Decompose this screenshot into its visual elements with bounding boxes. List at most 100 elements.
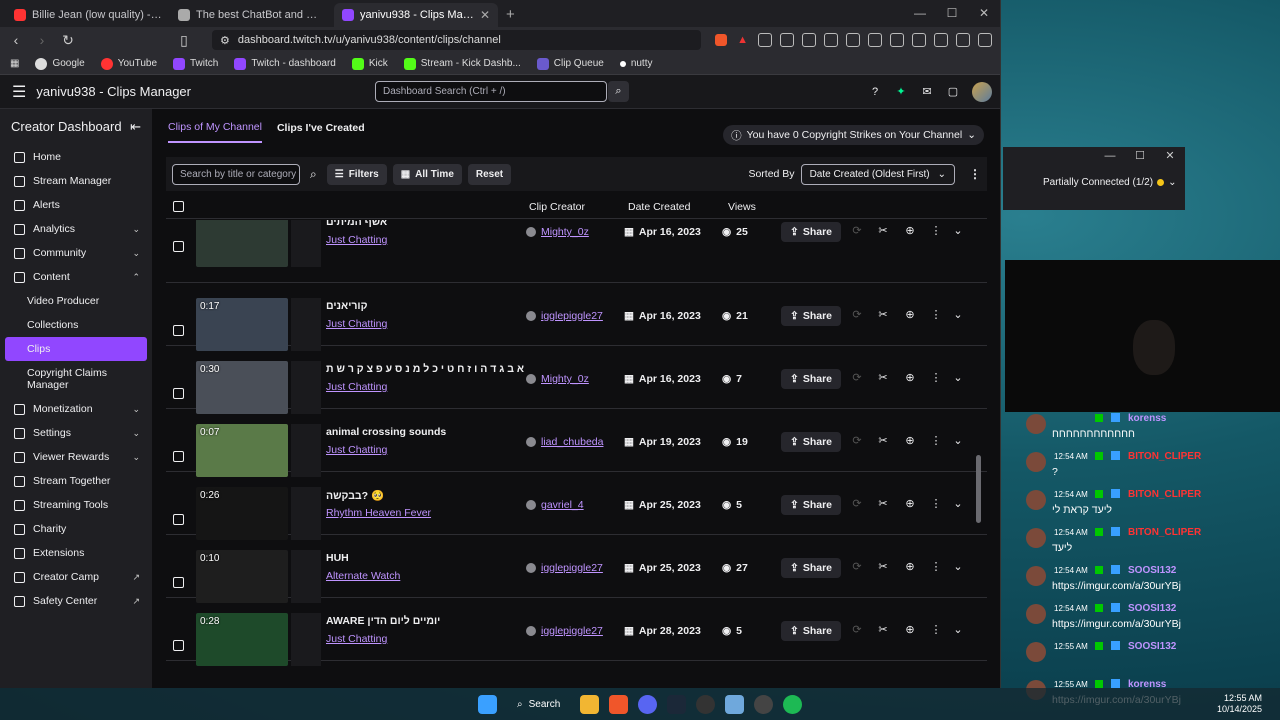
- sidebar-item-settings[interactable]: Settings ⌄: [0, 421, 152, 445]
- music-icon[interactable]: [868, 33, 882, 47]
- tab-clips-of-my-channel[interactable]: Clips of My Channel: [168, 111, 262, 143]
- add-circle-icon[interactable]: ⊕: [903, 308, 917, 321]
- clip-search-input[interactable]: Search by title or category: [172, 163, 300, 185]
- sidebar-item-monetization[interactable]: Monetization ⌄: [0, 397, 152, 421]
- clip-thumbnail[interactable]: 0:07: [196, 424, 288, 477]
- column-date-created[interactable]: Date Created: [628, 201, 690, 213]
- mail-icon[interactable]: ✉: [920, 85, 934, 99]
- sidebar-item-stream-manager[interactable]: Stream Manager: [0, 169, 152, 193]
- sidebar-item-viewer-rewards[interactable]: Viewer Rewards ⌄: [0, 445, 152, 469]
- scissors-icon[interactable]: ✂: [876, 623, 890, 636]
- chevron-down-icon[interactable]: ⌄: [951, 497, 965, 510]
- share-button[interactable]: ⇪ Share: [781, 432, 841, 452]
- connection-status[interactable]: Partially Connected (1/2) ⌄: [1003, 165, 1185, 188]
- clip-title[interactable]: א ב ג ד ה ו ז ח ט י כ ל מ נ ס ע פ צ ק ר …: [326, 363, 524, 375]
- clip-creator-link[interactable]: gavriel_4: [526, 499, 584, 511]
- refresh-icon[interactable]: ⟳: [850, 497, 864, 510]
- row-checkbox[interactable]: [173, 514, 184, 525]
- browser-tab-clips-manager[interactable]: yanivu938 - Clips Manager - Twi ✕: [334, 3, 498, 27]
- bookmark-nutty[interactable]: nutty: [619, 58, 653, 69]
- sidebar-item-creator-camp[interactable]: Creator Camp ↗: [0, 565, 152, 589]
- row-checkbox[interactable]: [173, 577, 184, 588]
- rewards-icon[interactable]: ▲: [737, 34, 748, 46]
- app-icon[interactable]: [754, 694, 774, 714]
- dashboard-search-input[interactable]: Dashboard Search (Ctrl + /): [375, 81, 607, 102]
- sidebar-item-analytics[interactable]: Analytics ⌄: [0, 217, 152, 241]
- chatter-name[interactable]: SOOSI132: [1128, 603, 1176, 614]
- clip-title[interactable]: אשף המיתים: [326, 220, 387, 228]
- brave-browser-icon[interactable]: [609, 694, 629, 714]
- search-icon[interactable]: ⌕: [608, 81, 629, 102]
- chevron-down-icon[interactable]: ⌄: [951, 623, 965, 636]
- sidebar-item-content[interactable]: Content ⌃: [0, 265, 152, 289]
- apps-grid-icon[interactable]: ▦: [10, 58, 19, 69]
- chevron-down-icon[interactable]: ⌄: [951, 560, 965, 573]
- sidebar-item-copyright-claims[interactable]: Copyright Claims Manager: [0, 361, 152, 397]
- more-options-icon[interactable]: ⋮: [929, 434, 943, 447]
- hamburger-menu-icon[interactable]: ☰: [12, 82, 26, 102]
- scissors-icon[interactable]: ✂: [876, 560, 890, 573]
- add-circle-icon[interactable]: ⊕: [903, 224, 917, 237]
- windows-start-icon[interactable]: [478, 694, 497, 714]
- row-checkbox[interactable]: [173, 451, 184, 462]
- tab-clips-ive-created[interactable]: Clips I've Created: [277, 112, 365, 142]
- sidebar-icon[interactable]: [890, 33, 904, 47]
- search-icon[interactable]: ⌕: [310, 167, 317, 182]
- close-window-icon[interactable]: ✕: [968, 0, 1000, 27]
- table-row[interactable]: 0:05 תחת ענק: [166, 661, 987, 674]
- more-options-icon[interactable]: ⋮: [929, 623, 943, 636]
- chevron-down-icon[interactable]: ⌄: [951, 434, 965, 447]
- scissors-icon[interactable]: ✂: [876, 308, 890, 321]
- sort-select[interactable]: Date Created (Oldest First) ⌄: [800, 163, 955, 185]
- more-options-icon[interactable]: ⋮: [929, 371, 943, 384]
- clip-title[interactable]: AWARE יומיים ליום הדין: [326, 615, 440, 627]
- reset-button[interactable]: Reset: [467, 163, 512, 185]
- chevron-down-icon[interactable]: ⌄: [951, 308, 965, 321]
- clip-creator-link[interactable]: liad_chubeda: [526, 436, 603, 448]
- table-row[interactable]: 0:30 א ב ג ד ה ו ז ח ט י כ ל מ נ ס ע פ צ…: [166, 346, 987, 414]
- clip-thumbnail[interactable]: 0:30: [196, 361, 288, 414]
- chatter-name[interactable]: korenss: [1128, 413, 1166, 424]
- clip-thumbnail[interactable]: 0:26: [196, 487, 288, 540]
- whispers-icon[interactable]: ▢: [946, 85, 960, 99]
- sidebar-item-extensions[interactable]: Extensions: [0, 541, 152, 565]
- scissors-icon[interactable]: ✂: [876, 497, 890, 510]
- sidebar-item-streaming-tools[interactable]: Streaming Tools: [0, 493, 152, 517]
- extension-icon[interactable]: [846, 33, 860, 47]
- bookmark-clip-queue[interactable]: Clip Queue: [536, 57, 604, 70]
- clip-title[interactable]: קוריאנים: [326, 300, 367, 312]
- maximize-icon[interactable]: ☐: [1125, 147, 1155, 165]
- add-circle-icon[interactable]: ⊕: [903, 623, 917, 636]
- sidebar-item-home[interactable]: Home: [0, 145, 152, 169]
- table-row[interactable]: 0:26 בבקשה? 🥺 Rhythm Heaven Fever gavrie…: [166, 472, 987, 540]
- obs-icon[interactable]: [696, 694, 716, 714]
- scissors-icon[interactable]: ✂: [876, 224, 890, 237]
- clip-thumbnail[interactable]: 0:17: [196, 298, 288, 351]
- browser-tab-chatbot[interactable]: The best ChatBot and Widgets for Ki: [170, 3, 334, 27]
- clip-thumbnail[interactable]: 0:10: [196, 550, 288, 603]
- copyright-strikes-badge[interactable]: ⓘ You have 0 Copyright Strikes on Your C…: [723, 125, 984, 145]
- bookmark-icon[interactable]: ▯: [176, 32, 192, 49]
- discord-icon[interactable]: [638, 694, 658, 714]
- table-row[interactable]: 0:28 AWARE יומיים ליום הדין Just Chattin…: [166, 598, 987, 666]
- chatter-name[interactable]: SOOSI132: [1128, 641, 1176, 652]
- bookmark-twitch-dashboard[interactable]: Twitch - dashboard: [234, 57, 336, 70]
- scissors-icon[interactable]: ✂: [876, 434, 890, 447]
- refresh-icon[interactable]: ⟳: [850, 560, 864, 573]
- extension-icon[interactable]: [802, 33, 816, 47]
- sidebar-item-collections[interactable]: Collections: [0, 313, 152, 337]
- spotify-icon[interactable]: [783, 694, 803, 714]
- scrollbar[interactable]: [976, 223, 981, 663]
- share-button[interactable]: ⇪ Share: [781, 495, 841, 515]
- leo-icon[interactable]: [934, 33, 948, 47]
- steam-icon[interactable]: [667, 694, 687, 714]
- more-options-icon[interactable]: ⋮: [929, 224, 943, 237]
- puzzle-icon[interactable]: [824, 33, 838, 47]
- more-options-icon[interactable]: ⋮: [929, 560, 943, 573]
- add-circle-icon[interactable]: ⊕: [903, 560, 917, 573]
- filters-button[interactable]: ☰ Filters: [326, 163, 387, 185]
- share-button[interactable]: ⇪ Share: [781, 369, 841, 389]
- scrollbar-thumb[interactable]: [976, 455, 981, 523]
- table-row[interactable]: 0:17 קוריאנים Just Chatting igglepiggle2…: [166, 283, 987, 351]
- refresh-icon[interactable]: ⟳: [850, 308, 864, 321]
